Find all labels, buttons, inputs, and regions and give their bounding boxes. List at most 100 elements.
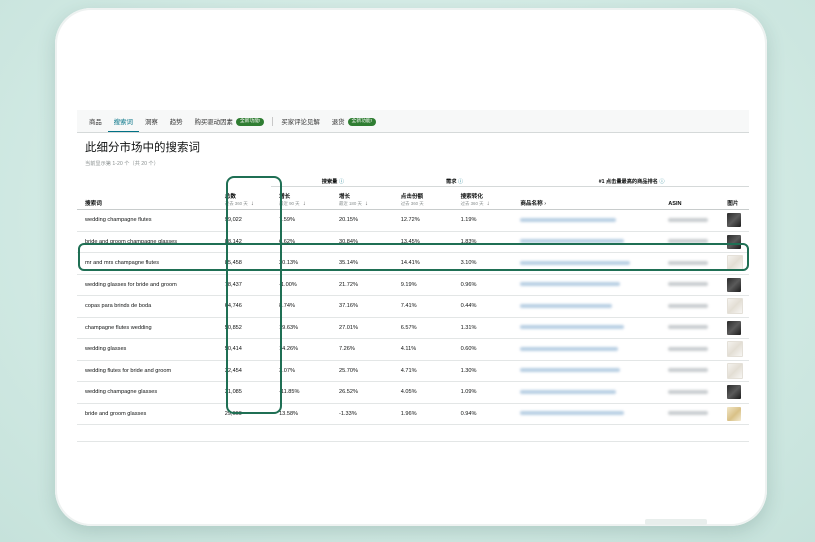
total-volume: 32,454 — [218, 360, 272, 382]
search-terms-table: 搜索量 ⓘ 需求 ⓘ #1 点击量最高的商品排名 ⓘ 搜索词 总数 过去 360… — [77, 176, 749, 442]
product-name-blurred[interactable] — [514, 274, 667, 296]
search-term[interactable]: bride and groom champagne glasses — [77, 231, 219, 253]
table-row[interactable]: wedding glasses 50,414 14.26% 7.26% 4.11% 0.6… — [77, 338, 749, 361]
search-term[interactable]: wedding champagne glasses — [77, 381, 219, 404]
tab-products[interactable]: 商品 — [83, 117, 108, 132]
table-row[interactable]: champagne flutes wedding 50,852 19.63% 27.0… — [77, 317, 749, 339]
product-name-blurred[interactable] — [514, 381, 667, 404]
click-share: 13.45% — [394, 231, 457, 253]
asin-blurred — [666, 403, 724, 425]
product-name-blurred[interactable] — [514, 252, 667, 275]
asin-blurred — [666, 231, 724, 253]
total-volume: 78,437 — [218, 274, 272, 296]
click-share: 14.41% — [394, 252, 457, 275]
tab-returns[interactable]: 退货 全新功能! — [326, 117, 382, 132]
product-name-blurred[interactable] — [514, 231, 667, 253]
click-share: 9.19% — [394, 274, 457, 296]
section-title: 此细分市场中的搜索词 — [85, 142, 200, 154]
search-term[interactable]: wedding champagne flutes — [77, 209, 219, 232]
click-share: 4.11% — [394, 338, 457, 361]
col-header-term[interactable]: 搜索词 — [77, 186, 219, 210]
col-header-product[interactable]: 商品名称 › — [514, 186, 667, 210]
growth-180: -1.33% — [334, 403, 395, 425]
asin-blurred — [666, 360, 724, 382]
product-name-blurred[interactable] — [514, 403, 667, 425]
col-header-total[interactable]: 总数 过去 360 天 ↓ — [218, 186, 272, 210]
growth-180: 35.14% — [334, 252, 395, 275]
search-term[interactable]: mr and mrs champagne flutes — [77, 252, 219, 275]
search-term[interactable]: wedding glasses for bride and groom — [77, 274, 219, 296]
table-row[interactable]: copas para brinds de boda 64,746 8.74% 37.1… — [77, 295, 749, 318]
search-term[interactable]: wedding glasses — [77, 338, 219, 361]
click-share: 7.41% — [394, 295, 457, 318]
growth-180: 27.01% — [334, 317, 395, 339]
growth-180: 25.70% — [334, 360, 395, 382]
product-name-blurred[interactable] — [514, 338, 667, 361]
table-row[interactable]: wedding champagne flutes 99,022 7.59% 20.15… — [77, 209, 749, 232]
table-row[interactable]: mr and mrs champagne flutes 85,458 20.13% 3… — [77, 252, 749, 275]
col-header-conversion[interactable]: 搜索转化 过去 360 天 ↓ — [456, 186, 515, 210]
table-row[interactable]: wedding flutes for bride and groom 32,454… — [77, 360, 749, 382]
asin-blurred — [666, 252, 724, 275]
tab-insights[interactable]: 洞察 — [139, 117, 164, 132]
total-volume: 31,085 — [218, 381, 272, 404]
table-row[interactable]: wedding champagne glasses 31,085 -11.85% 26… — [77, 381, 749, 404]
product-thumbnail[interactable] — [723, 360, 749, 382]
table-row[interactable]: wedding glasses for bride and groom 78,43… — [77, 274, 749, 296]
tab-search-terms[interactable]: 搜索词 — [107, 117, 139, 132]
info-icon: ⓘ — [659, 178, 665, 185]
asin-blurred — [666, 209, 724, 232]
product-thumbnail[interactable] — [723, 252, 749, 275]
col-header-image: 图片 — [723, 186, 749, 210]
col-header-growth-90[interactable]: 增长 最近 90 天 ↓ — [271, 186, 335, 210]
table-row[interactable]: bride and groom glasses 29,669 13.58% -1.33… — [77, 403, 749, 425]
product-name-blurred[interactable] — [514, 317, 667, 339]
growth-180: 21.72% — [334, 274, 395, 296]
info-icon: ⓘ — [338, 178, 345, 185]
total-volume: 64,746 — [218, 295, 272, 318]
product-name-blurred[interactable] — [514, 295, 667, 318]
product-thumbnail[interactable] — [723, 338, 749, 361]
tab-review-insights[interactable]: 买家评论见解 — [275, 117, 325, 132]
search-term[interactable]: champagne flutes wedding — [77, 317, 219, 339]
growth-90: 7.59% — [271, 209, 335, 232]
total-volume: 29,669 — [218, 403, 272, 425]
search-term[interactable]: wedding flutes for bride and groom — [77, 360, 219, 382]
product-thumbnail[interactable] — [723, 317, 749, 339]
product-thumbnail[interactable] — [723, 274, 749, 296]
group-demand: 需求 ⓘ — [394, 176, 515, 187]
new-feature-badge: 全新功能! — [347, 117, 377, 126]
col-header-click-share[interactable]: 点击份额 过去 360 天 — [394, 186, 457, 210]
tab-trends[interactable]: 趋势 — [164, 117, 189, 132]
search-term[interactable]: bride and groom glasses — [77, 403, 219, 425]
total-volume: 50,414 — [218, 338, 272, 361]
col-header-growth-180[interactable]: 增长 最近 180 天 ↓ — [334, 186, 395, 210]
click-share: 4.71% — [394, 360, 457, 382]
sort-down-icon: ↓ — [250, 201, 254, 207]
product-thumbnail[interactable] — [723, 381, 749, 404]
asin-blurred — [666, 317, 724, 339]
growth-90: 3.07% — [271, 360, 335, 382]
group-top-product: #1 点击量最高的商品排名 ⓘ — [514, 176, 749, 187]
product-thumbnail[interactable] — [723, 403, 749, 425]
table-row[interactable]: bride and groom champagne glasses 88,142 6… — [77, 231, 749, 253]
growth-90: -11.85% — [271, 381, 335, 404]
sort-down-icon: ↓ — [302, 201, 306, 207]
asin-blurred — [666, 381, 724, 404]
search-conversion: 3.10% — [456, 252, 515, 275]
chevron-right-icon: › — [544, 201, 547, 207]
click-share: 6.57% — [394, 317, 457, 339]
search-conversion: 0.60% — [456, 338, 515, 361]
search-term[interactable]: copas para brinds de boda — [77, 295, 219, 318]
tab-purchase-drivers[interactable]: 购买驱动因素 全新功能! — [189, 117, 271, 132]
product-thumbnail[interactable] — [723, 209, 749, 232]
sort-down-icon: ↓ — [364, 201, 368, 207]
product-name-blurred[interactable] — [514, 360, 667, 382]
product-thumbnail[interactable] — [723, 231, 749, 253]
product-name-blurred[interactable] — [514, 209, 667, 232]
asin-blurred — [666, 338, 724, 361]
product-thumbnail[interactable] — [723, 295, 749, 318]
click-share: 1.96% — [394, 403, 457, 425]
blank-header-area — [77, 35, 749, 110]
total-volume: 50,852 — [218, 317, 272, 339]
